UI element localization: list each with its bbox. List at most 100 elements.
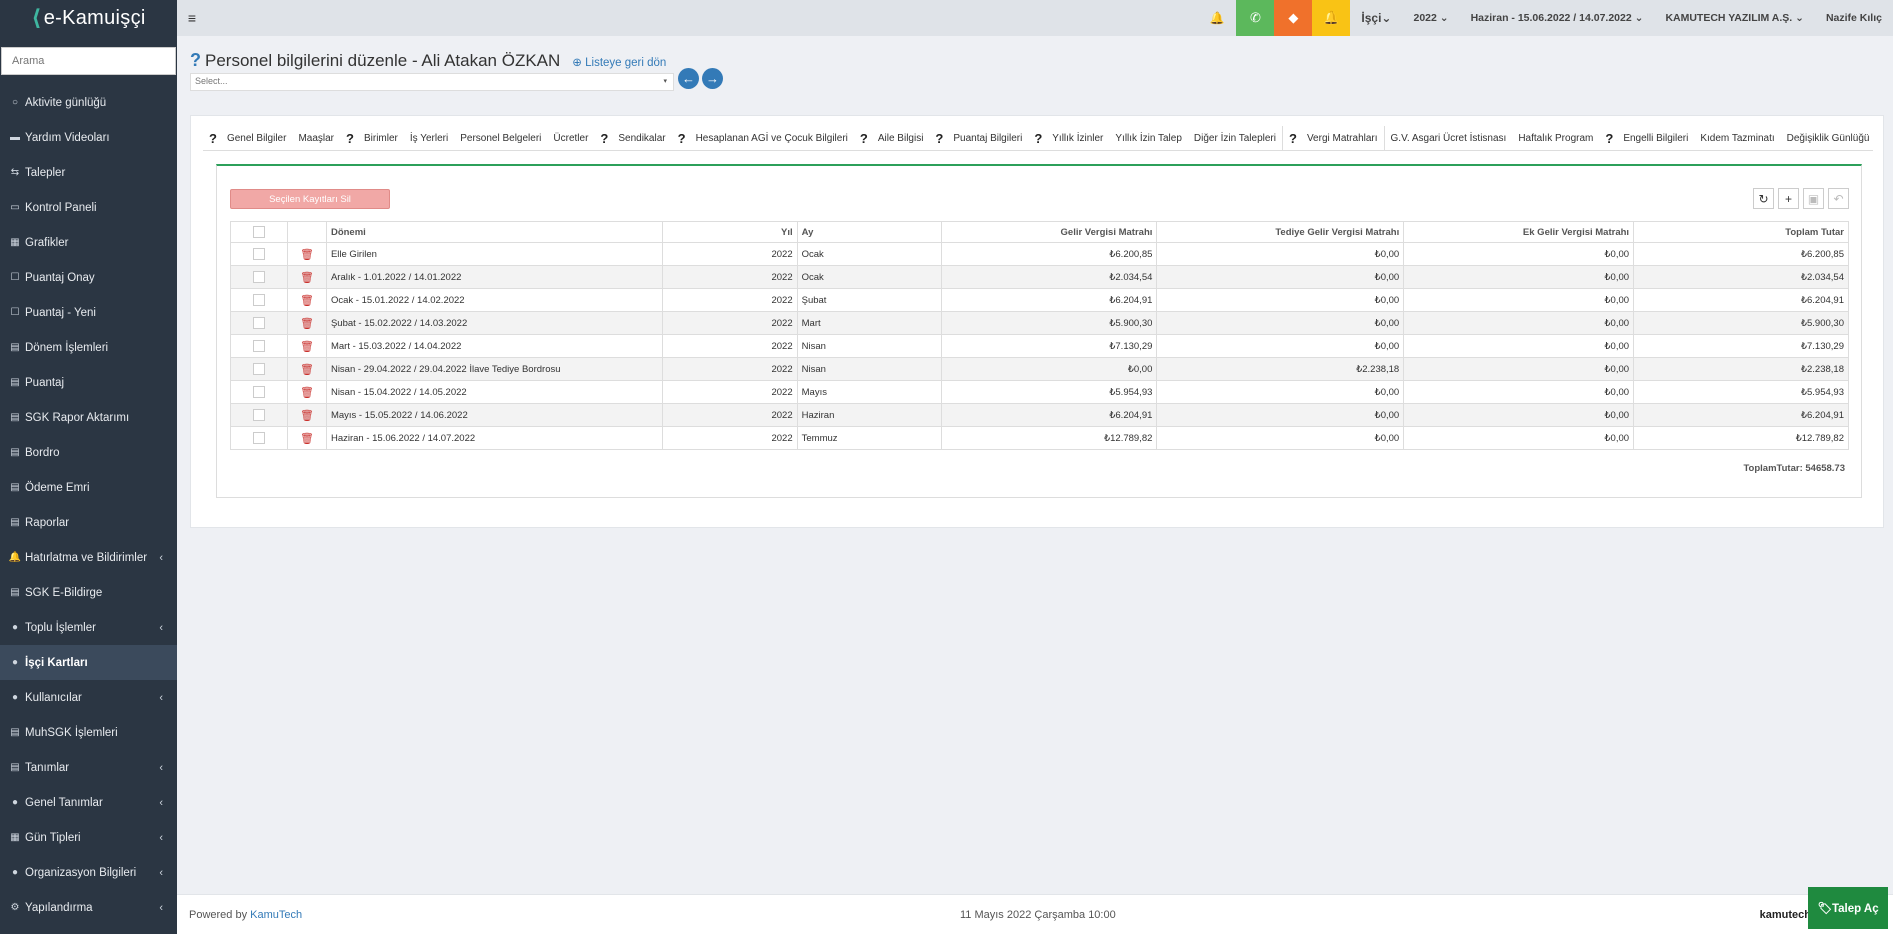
sidebar-item-5[interactable]: ☐ Puantaj Onay <box>0 260 177 295</box>
row-checkbox[interactable] <box>252 409 265 421</box>
trash-icon[interactable]: 🗑 <box>300 272 314 284</box>
add-icon[interactable]: + <box>1778 188 1799 209</box>
delete-selected-button[interactable]: Seçilen Kayıtları Sil <box>230 189 390 209</box>
tab-15[interactable]: Haftalık Program <box>1512 126 1599 150</box>
app-logo[interactable]: ⟨ e-Kamuişçi <box>0 0 177 36</box>
sidebar-item-16[interactable]: ● İşçi Kartları <box>0 645 177 680</box>
row-checkbox[interactable] <box>252 340 265 352</box>
hamburger-menu-icon[interactable]: ≡ <box>177 10 207 26</box>
back-to-list-link[interactable]: ⊕ Listeye geri dön <box>572 55 666 69</box>
tab-1[interactable]: Maaşlar <box>292 126 340 150</box>
select-all-checkbox[interactable] <box>252 226 265 238</box>
trash-icon[interactable]: 🗑 <box>300 295 314 307</box>
sidebar-item-6[interactable]: ☐ Puantaj - Yeni <box>0 295 177 330</box>
alert-bell-icon[interactable]: 🔔 <box>1312 0 1351 36</box>
row-checkbox[interactable] <box>252 432 265 444</box>
column-header[interactable]: Toplam Tutar <box>1633 221 1849 243</box>
notification-bell-icon[interactable]: 🔔 <box>1198 11 1236 25</box>
sidebar-item-7[interactable]: ▤ Dönem İşlemleri <box>0 330 177 365</box>
sidebar-item-14[interactable]: ▤ SGK E-Bildirge <box>0 575 177 610</box>
row-checkbox[interactable] <box>252 248 265 260</box>
sidebar-item-3[interactable]: ▭ Kontrol Paneli <box>0 190 177 225</box>
sidebar-item-15[interactable]: ● Toplu İşlemler ‹ <box>0 610 177 645</box>
tab-11[interactable]: Yıllık İzin Talep <box>1109 126 1188 150</box>
row-checkbox[interactable] <box>252 271 265 283</box>
help-icon[interactable]: ? <box>860 131 868 146</box>
row-checkbox[interactable] <box>252 294 265 306</box>
trash-icon[interactable]: 🗑 <box>300 364 314 376</box>
column-header[interactable]: Ek Gelir Vergisi Matrahı <box>1403 221 1635 243</box>
tab-3[interactable]: İş Yerleri <box>404 126 454 150</box>
column-header[interactable]: Gelir Vergisi Matrahı <box>940 221 1158 243</box>
open-request-button[interactable]: 🏷Talep Aç <box>1808 887 1888 929</box>
trash-icon[interactable]: 🗑 <box>300 249 314 261</box>
role-dropdown[interactable]: İşçi⌄ <box>1350 11 1402 25</box>
sidebar-item-0[interactable]: ○ Aktivite günlüğü <box>0 85 177 120</box>
sidebar-item-8[interactable]: ▤ Puantaj <box>0 365 177 400</box>
trash-icon[interactable]: 🗑 <box>300 341 314 353</box>
row-checkbox[interactable] <box>252 386 265 398</box>
company-dropdown[interactable]: KAMUTECH YAZILIM A.Ş. ⌄ <box>1654 12 1815 24</box>
sidebar-item-21[interactable]: ▦ Gün Tipleri ‹ <box>0 820 177 855</box>
tab-4[interactable]: Personel Belgeleri <box>454 126 547 150</box>
tab-7[interactable]: ? Hesaplanan AGİ ve Çocuk Bilgileri <box>672 126 854 150</box>
trash-icon[interactable]: 🗑 <box>300 410 314 422</box>
search-input[interactable] <box>12 55 165 67</box>
trash-icon[interactable]: 🗑 <box>300 318 314 330</box>
previous-arrow-icon[interactable]: ← <box>678 68 699 89</box>
column-header[interactable]: Ay <box>796 221 942 243</box>
phone-icon[interactable]: ✆ <box>1236 0 1275 36</box>
personnel-select[interactable]: Select... ▾ <box>190 73 674 91</box>
column-header[interactable]: Tediye Gelir Vergisi Matrahı <box>1156 221 1405 243</box>
ticket-icon[interactable]: ◆ <box>1274 0 1313 36</box>
help-icon[interactable]: ? <box>346 131 354 146</box>
tab-8[interactable]: ? Aile Bilgisi <box>854 126 930 150</box>
sidebar-item-18[interactable]: ▤ MuhSGK İşlemleri <box>0 715 177 750</box>
year-dropdown[interactable]: 2022 ⌄ <box>1402 12 1459 24</box>
sidebar-item-10[interactable]: ▤ Bordro <box>0 435 177 470</box>
sidebar-item-13[interactable]: 🔔 Hatırlatma ve Bildirimler ‹ <box>0 540 177 575</box>
tab-6[interactable]: ? Sendikalar <box>594 126 671 150</box>
help-icon[interactable]: ? <box>935 131 943 146</box>
tab-0[interactable]: ? Genel Bilgiler <box>203 126 292 150</box>
tab-12[interactable]: Diğer İzin Talepleri <box>1188 126 1282 150</box>
tab-10[interactable]: ? Yıllık İzinler <box>1028 126 1109 150</box>
tab-2[interactable]: ? Birimler <box>340 126 404 150</box>
tab-14[interactable]: G.V. Asgari Ücret İstisnası <box>1385 126 1513 150</box>
help-icon[interactable]: ? <box>209 131 217 146</box>
help-icon[interactable]: ? <box>678 131 686 146</box>
help-icon[interactable]: ? <box>190 50 201 71</box>
tab-5[interactable]: Ücretler <box>547 126 594 150</box>
sidebar-item-1[interactable]: ▬ Yardım Videoları <box>0 120 177 155</box>
tab-13[interactable]: ? Vergi Matrahları <box>1281 126 1385 150</box>
refresh-icon[interactable]: ↻ <box>1753 188 1774 209</box>
sidebar-item-20[interactable]: ● Genel Tanımlar ‹ <box>0 785 177 820</box>
trash-icon[interactable]: 🗑 <box>300 387 314 399</box>
help-icon[interactable]: ? <box>1034 131 1042 146</box>
sidebar-item-22[interactable]: ● Organizasyon Bilgileri ‹ <box>0 855 177 890</box>
tab-17[interactable]: Kıdem Tazminatı <box>1694 126 1780 150</box>
period-dropdown[interactable]: Haziran - 15.06.2022 / 14.07.2022 ⌄ <box>1460 12 1655 24</box>
sidebar-item-23[interactable]: ⚙ Yapılandırma ‹ <box>0 890 177 925</box>
next-arrow-icon[interactable]: → <box>702 68 723 89</box>
sidebar-item-12[interactable]: ▤ Raporlar <box>0 505 177 540</box>
row-checkbox[interactable] <box>252 363 265 375</box>
help-icon[interactable]: ? <box>600 131 608 146</box>
save-icon[interactable]: ▣ <box>1803 188 1824 209</box>
sidebar-item-19[interactable]: ▤ Tanımlar ‹ <box>0 750 177 785</box>
user-menu[interactable]: Nazife Kılıç <box>1815 12 1893 24</box>
sidebar-item-9[interactable]: ▤ SGK Rapor Aktarımı <box>0 400 177 435</box>
sidebar-item-2[interactable]: ⇆ Talepler <box>0 155 177 190</box>
row-checkbox[interactable] <box>252 317 265 329</box>
help-icon[interactable]: ? <box>1605 131 1613 146</box>
column-header[interactable]: Dönemi <box>325 221 663 243</box>
sidebar-item-11[interactable]: ▤ Ödeme Emri <box>0 470 177 505</box>
help-icon[interactable]: ? <box>1289 131 1297 146</box>
sidebar-item-17[interactable]: ● Kullanıcılar ‹ <box>0 680 177 715</box>
tab-16[interactable]: ? Engelli Bilgileri <box>1599 126 1694 150</box>
sidebar-item-4[interactable]: ▦ Grafikler <box>0 225 177 260</box>
powered-by-link[interactable]: KamuTech <box>250 909 302 921</box>
trash-icon[interactable]: 🗑 <box>300 433 314 445</box>
undo-icon[interactable]: ↶ <box>1828 188 1849 209</box>
column-header[interactable]: Yıl <box>661 221 798 243</box>
